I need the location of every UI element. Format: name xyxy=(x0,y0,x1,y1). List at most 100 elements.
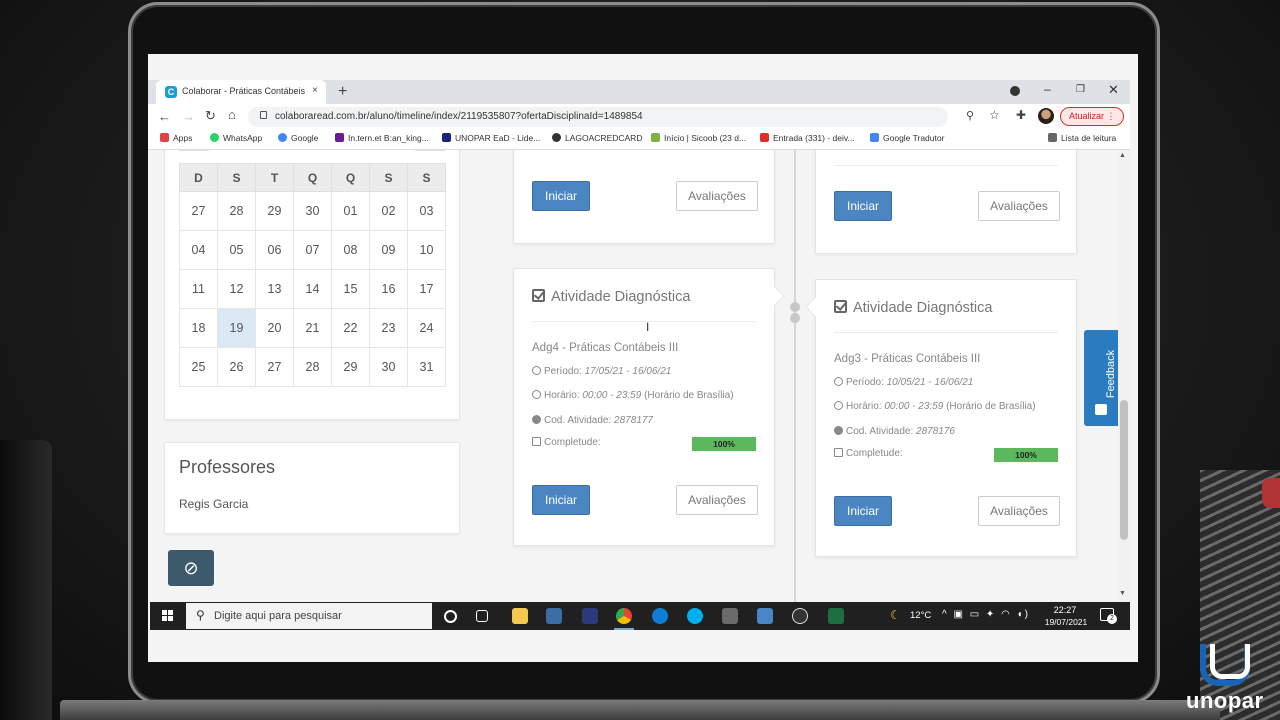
calendar-day[interactable]: 23 xyxy=(369,308,408,348)
bookmark-gmail[interactable]: Entrada (331) - deiv... xyxy=(760,133,855,143)
cortana-circle-icon[interactable] xyxy=(444,610,457,623)
home-icon[interactable]: ⌂ xyxy=(228,107,236,122)
bookmark-google-tradutor[interactable]: Google Tradutor xyxy=(870,133,944,143)
calendar-day[interactable]: 24 xyxy=(407,308,446,348)
iniciar-button[interactable]: Iniciar xyxy=(834,191,892,221)
clock-date[interactable]: 19/07/2021 xyxy=(1044,617,1088,627)
iniciar-button[interactable]: Iniciar xyxy=(532,181,590,211)
calendar-day[interactable]: 08 xyxy=(331,230,370,270)
bookmark-unopar[interactable]: UNOPAR EaD - Lide... xyxy=(442,133,540,143)
hide-sidebar-button[interactable]: ⊘ xyxy=(168,550,214,586)
calendar-day[interactable]: 17 xyxy=(407,269,446,309)
calendar-day[interactable]: 25 xyxy=(179,347,218,387)
back-arrow-icon[interactable]: ← xyxy=(158,109,171,124)
tab-title: Colaborar - Práticas Contábeis II xyxy=(182,86,307,96)
iniciar-button[interactable]: Iniciar xyxy=(532,485,590,515)
maximize-icon[interactable]: ❐ xyxy=(1076,84,1085,95)
calendar-day[interactable]: 29 xyxy=(331,347,370,387)
edge-icon[interactable] xyxy=(652,608,668,624)
calculator-icon[interactable] xyxy=(722,608,738,624)
system-tray-icons[interactable]: ^ ▣ ▭ ✦ ◠ ◖) xyxy=(942,609,1030,620)
browser-tab[interactable]: C Colaborar - Práticas Contábeis II × xyxy=(156,80,326,104)
calendar-day[interactable]: 10 xyxy=(407,230,446,270)
calendar-day[interactable]: 27 xyxy=(255,347,294,387)
weather-moon-icon[interactable]: ☾ xyxy=(890,608,901,622)
calendar-day[interactable]: 30 xyxy=(369,347,408,387)
new-tab-button[interactable]: + xyxy=(338,83,347,101)
feedback-tab[interactable]: Feedback xyxy=(1084,330,1118,426)
excel-icon[interactable] xyxy=(828,608,844,624)
obs-icon[interactable] xyxy=(792,608,808,624)
media-control-icon[interactable] xyxy=(1010,86,1020,96)
calendar-day[interactable]: 06 xyxy=(255,230,294,270)
calendar-day[interactable]: 09 xyxy=(369,230,408,270)
calendar-day[interactable]: 20 xyxy=(255,308,294,348)
windows-taskbar: ⚲ Digite aqui para pesquisar ☾ 12°C ^ ▣ … xyxy=(150,602,1130,630)
calendar-day[interactable]: 03 xyxy=(407,191,446,231)
taskbar-search-box[interactable]: ⚲ Digite aqui para pesquisar xyxy=(186,603,432,629)
calendar-day[interactable]: 27 xyxy=(179,191,218,231)
calendar-day[interactable]: 18 xyxy=(179,308,218,348)
bookmark-google[interactable]: Google xyxy=(278,133,318,143)
avaliacoes-button[interactable]: Avaliações xyxy=(978,191,1060,221)
clock-time[interactable]: 22:27 xyxy=(1048,605,1082,615)
calendar-day[interactable]: 31 xyxy=(407,347,446,387)
calendar-day[interactable]: 28 xyxy=(217,191,256,231)
reading-list[interactable]: Lista de leitura xyxy=(1048,133,1116,143)
scroll-up-arrow-icon[interactable]: ▲ xyxy=(1119,152,1126,159)
calendar-grid: D S T Q Q S S 27 28 29 30 01 02 03 04 05… xyxy=(179,163,446,387)
avaliacoes-button[interactable]: Avaliações xyxy=(978,496,1060,526)
calendar-day[interactable]: 04 xyxy=(179,230,218,270)
photos-icon[interactable] xyxy=(757,608,773,624)
profile-avatar[interactable] xyxy=(1038,108,1054,124)
scrollbar-thumb[interactable] xyxy=(1120,400,1128,540)
update-button[interactable]: Atualizar ⋮ xyxy=(1060,107,1124,126)
file-explorer-icon[interactable] xyxy=(512,608,528,624)
scroll-down-arrow-icon[interactable]: ▼ xyxy=(1119,590,1126,597)
skype-icon[interactable] xyxy=(687,608,703,624)
url-input[interactable]: colaboraread.com.br/aluno/timeline/index… xyxy=(248,107,948,127)
bookmark-star-icon[interactable]: ☆ xyxy=(989,108,1000,122)
calendar-day[interactable]: 05 xyxy=(217,230,256,270)
bookmark-whatsapp[interactable]: WhatsApp xyxy=(210,133,262,143)
iniciar-button[interactable]: Iniciar xyxy=(834,496,892,526)
calendar-day[interactable]: 29 xyxy=(255,191,294,231)
bookmark-apps[interactable]: Apps xyxy=(160,133,192,143)
avaliacoes-button[interactable]: Avaliações xyxy=(676,181,758,211)
reload-icon[interactable]: ↻ xyxy=(205,108,216,124)
calendar-day[interactable]: 14 xyxy=(293,269,332,309)
calendar-day[interactable]: 21 xyxy=(293,308,332,348)
windows-start-button[interactable] xyxy=(150,602,186,630)
calendar-day[interactable]: 16 xyxy=(369,269,408,309)
calendar-next-button[interactable] xyxy=(415,150,445,151)
minimize-icon[interactable]: – xyxy=(1044,82,1051,96)
calendar-day[interactable]: 28 xyxy=(293,347,332,387)
tab-close-icon[interactable]: × xyxy=(312,85,318,96)
calendar-day[interactable]: 02 xyxy=(369,191,408,231)
calendar-day[interactable]: 07 xyxy=(293,230,332,270)
photoshop-icon[interactable] xyxy=(582,608,598,624)
extensions-puzzle-icon[interactable]: ✚ xyxy=(1016,108,1026,122)
calendar-day[interactable]: 30 xyxy=(293,191,332,231)
calendar-day[interactable]: 13 xyxy=(255,269,294,309)
bookmark-sicoob[interactable]: Início | Sicoob (23 d... xyxy=(651,133,746,143)
calendar-day-today[interactable]: 19 xyxy=(217,308,256,348)
bookmark-lagoacredcard[interactable]: LAGOACREDCARD xyxy=(552,133,642,143)
forward-arrow-icon[interactable]: → xyxy=(182,109,195,124)
calendar-day[interactable]: 11 xyxy=(179,269,218,309)
window-close-icon[interactable]: ✕ xyxy=(1108,82,1119,98)
calendar-day[interactable]: 15 xyxy=(331,269,370,309)
calendar-day[interactable]: 12 xyxy=(217,269,256,309)
task-view-icon[interactable] xyxy=(476,610,488,622)
chrome-icon[interactable] xyxy=(616,608,632,624)
calendar-prev-button[interactable] xyxy=(179,150,209,151)
apps-grid-icon xyxy=(160,133,169,142)
calendar-day[interactable]: 22 xyxy=(331,308,370,348)
zoom-icon[interactable]: ⚲ xyxy=(966,109,974,122)
calendar-day[interactable]: 26 xyxy=(217,347,256,387)
avaliacoes-button[interactable]: Avaliações xyxy=(676,485,758,515)
calendar-day[interactable]: 01 xyxy=(331,191,370,231)
bookmark-internet-banking[interactable]: In.tern.et B:an_king... xyxy=(335,133,429,143)
app-window-icon[interactable] xyxy=(546,608,562,624)
activity-cod: Cod. Atividade: 2878176 xyxy=(834,426,955,437)
